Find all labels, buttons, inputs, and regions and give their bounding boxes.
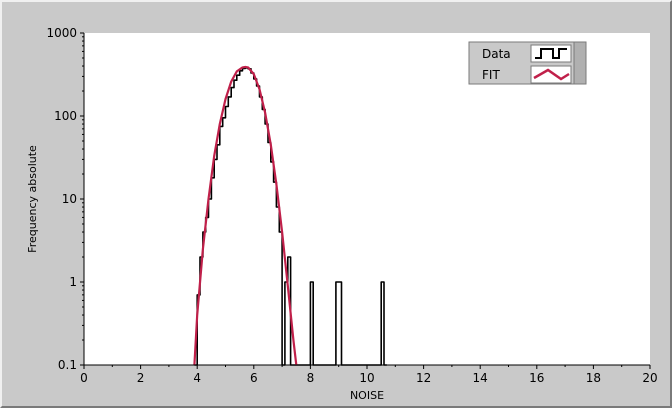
x-tick-label: 12 <box>416 371 431 385</box>
x-tick-label: 0 <box>80 371 88 385</box>
x-tick-label: 4 <box>193 371 201 385</box>
legend: Data FIT <box>468 41 587 85</box>
legend-swatch-fit[interactable] <box>530 65 572 84</box>
x-axis-title: NOISE <box>350 389 384 402</box>
legend-swatch-data[interactable] <box>530 44 572 63</box>
legend-label-data: Data <box>482 47 511 61</box>
y-axis-title: Frequency absolute <box>26 145 39 253</box>
y-tick-label: 0.1 <box>58 358 77 372</box>
x-tick-label: 8 <box>307 371 315 385</box>
x-tick-label: 6 <box>250 371 258 385</box>
legend-label-fit: FIT <box>482 68 500 82</box>
x-tick-label: 2 <box>137 371 145 385</box>
x-tick-label: 10 <box>359 371 374 385</box>
chart-svg: 0 2 4 6 8 10 12 14 16 18 20 0.1 1 10 100 1000 NOISE Fre… <box>26 26 658 402</box>
x-tick-label: 16 <box>529 371 544 385</box>
legend-scrollbar[interactable] <box>573 41 587 85</box>
x-tick-label: 20 <box>642 371 657 385</box>
x-tick-label: 18 <box>586 371 601 385</box>
x-tick-label: 14 <box>473 371 488 385</box>
y-tick-label: 100 <box>54 109 77 123</box>
y-tick-label: 1 <box>69 275 77 289</box>
y-tick-label: 1000 <box>46 26 77 40</box>
y-tick-label: 10 <box>62 192 77 206</box>
